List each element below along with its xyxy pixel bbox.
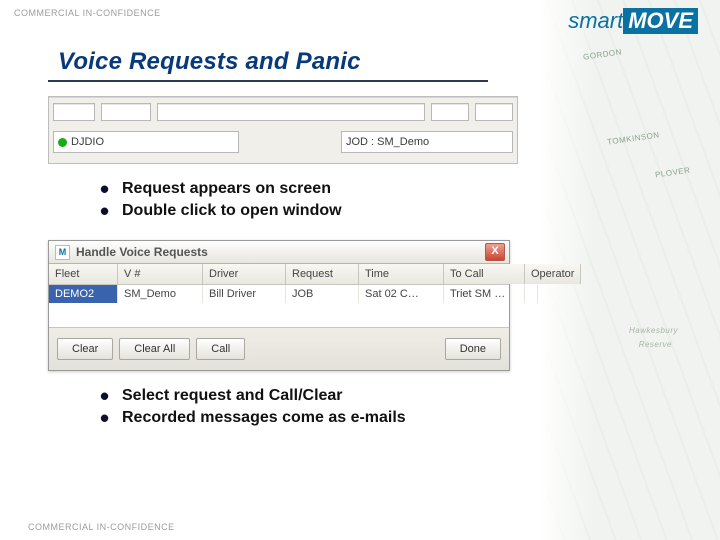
field (157, 103, 425, 121)
app-icon: M (55, 245, 70, 260)
field (475, 103, 513, 121)
status-right: JOD : SM_Demo (341, 131, 513, 153)
status-dot-icon (58, 138, 67, 147)
button-bar: Clear Clear All Call Done (49, 327, 509, 370)
bullet: Select request and Call/Clear (122, 387, 720, 405)
column-headers: Fleet V # Driver Request Time To Call Op… (49, 264, 509, 285)
col-time[interactable]: Time (359, 264, 444, 284)
classification-bottom: COMMERCIAL IN-CONFIDENCE (14, 514, 175, 532)
col-request[interactable]: Request (286, 264, 359, 284)
bullet: Recorded messages come as e-mails (122, 409, 720, 427)
brand-post: MOVE (623, 8, 698, 34)
brand-logo: smartMOVE (568, 8, 698, 34)
cell-fleet: DEMO2 (49, 285, 118, 303)
bullet-list-b: Select request and Call/Clear Recorded m… (82, 387, 720, 427)
status-right-text: JOD : SM_Demo (346, 136, 429, 148)
bullet: Double click to open window (122, 202, 720, 220)
voice-requests-window: M Handle Voice Requests X Fleet V # Driv… (48, 240, 510, 371)
status-mid (245, 131, 335, 153)
cell-tocall: Triet SM … (444, 285, 525, 303)
col-tocall[interactable]: To Call (444, 264, 525, 284)
titlebar: M Handle Voice Requests X (49, 241, 509, 264)
screenshot-status-bar: DJDIO JOD : SM_Demo (48, 96, 518, 164)
bullet: Request appears on screen (122, 180, 720, 198)
status-left: DJDIO (53, 131, 239, 153)
cell-time: Sat 02 C… (359, 285, 444, 303)
window-title: Handle Voice Requests (76, 245, 208, 259)
clear-all-button[interactable]: Clear All (119, 338, 190, 360)
cell-vnum: SM_Demo (118, 285, 203, 303)
field (53, 103, 95, 121)
table-empty-area (49, 303, 509, 327)
page-title: Voice Requests and Panic (58, 48, 720, 76)
done-button[interactable]: Done (445, 338, 501, 360)
brand-pre: smart (568, 8, 623, 33)
field (431, 103, 469, 121)
cell-request: JOB (286, 285, 359, 303)
cell-operator (525, 285, 538, 303)
call-button[interactable]: Call (196, 338, 245, 360)
bullet-list-a: Request appears on screen Double click t… (82, 180, 720, 220)
col-operator[interactable]: Operator (525, 264, 581, 284)
field (101, 103, 151, 121)
col-fleet[interactable]: Fleet (49, 264, 118, 284)
clear-button[interactable]: Clear (57, 338, 113, 360)
cell-driver: Bill Driver (203, 285, 286, 303)
title-rule (48, 80, 488, 82)
col-driver[interactable]: Driver (203, 264, 286, 284)
close-button[interactable]: X (485, 243, 505, 261)
status-left-text: DJDIO (71, 136, 104, 148)
table-row[interactable]: DEMO2 SM_Demo Bill Driver JOB Sat 02 C… … (49, 285, 509, 303)
col-vnum[interactable]: V # (118, 264, 203, 284)
